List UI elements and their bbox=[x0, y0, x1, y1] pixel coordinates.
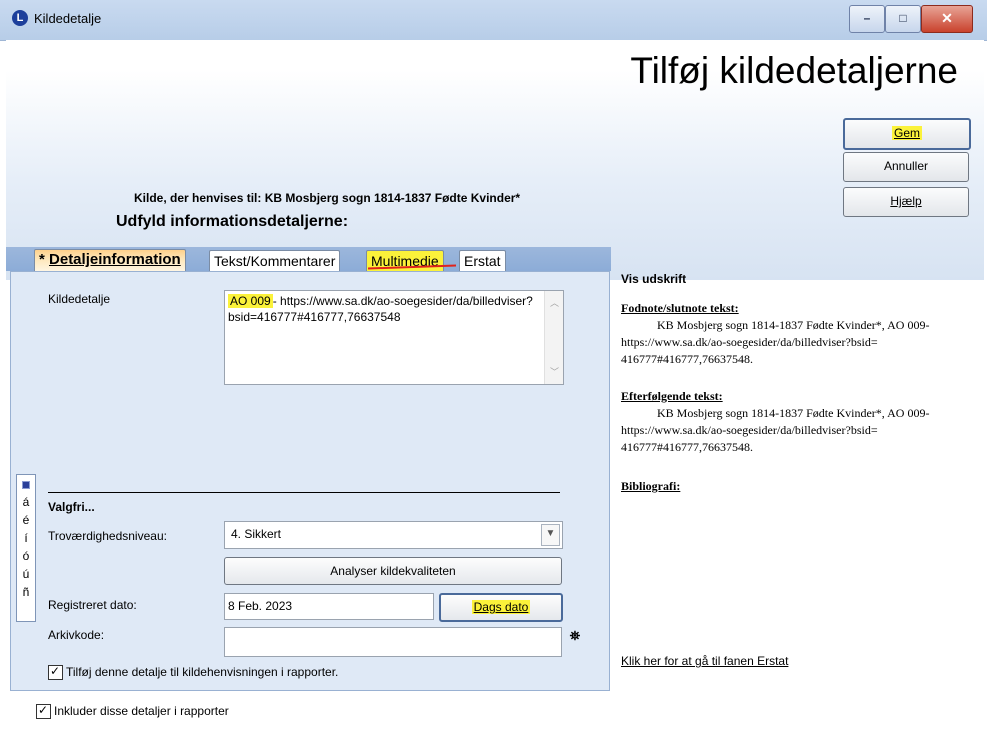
optional-heading: Valgfri... bbox=[48, 500, 95, 514]
character-selector-icon[interactable] bbox=[22, 481, 30, 489]
close-button[interactable]: ✕ bbox=[921, 5, 973, 33]
bibliography-section: Bibliografi: bbox=[621, 478, 971, 495]
tab-label: Erstat bbox=[464, 253, 501, 269]
tab-tekst-kommentarer[interactable]: Tekst/Kommentarer bbox=[209, 250, 341, 272]
kildedetalje-text: AO 009- https://www.sa.dk/ao-soegesider/… bbox=[228, 293, 534, 325]
maximize-icon: □ bbox=[899, 11, 907, 25]
reg-date-input[interactable]: 8 Feb. 2023 bbox=[224, 593, 434, 620]
footnote-text: KB Mosbjerg sogn 1814-1837 Fødte Kvinder… bbox=[621, 318, 930, 366]
section-divider bbox=[48, 492, 560, 493]
arkiv-label: Arkivkode: bbox=[48, 628, 105, 642]
following-text: KB Mosbjerg sogn 1814-1837 Fødte Kvinder… bbox=[621, 406, 930, 454]
char-a-acute[interactable]: á bbox=[17, 493, 35, 511]
save-button-label: Gem bbox=[893, 126, 920, 140]
kildedetalje-label: Kildedetalje bbox=[48, 292, 111, 306]
maximize-button[interactable]: □ bbox=[885, 5, 921, 33]
reg-date-value: 8 Feb. 2023 bbox=[228, 599, 293, 613]
following-heading: Efterfølgende tekst: bbox=[621, 389, 723, 403]
add-to-citation-checkbox[interactable]: ✓ bbox=[48, 664, 63, 680]
reg-date-label: Registreret dato: bbox=[48, 598, 137, 612]
today-date-label: Dags dato bbox=[473, 600, 529, 614]
title-bar: L Kildedetalje – □ ✕ bbox=[0, 0, 987, 41]
preview-title: Vis udskrift bbox=[621, 272, 687, 286]
include-details-label: Inkluder disse detaljer i rapporter bbox=[54, 704, 229, 718]
save-button[interactable]: Gem bbox=[843, 118, 971, 150]
trov-label: Troværdighedsniveau: bbox=[48, 529, 167, 543]
chevron-down-icon[interactable]: ▼ bbox=[541, 524, 560, 546]
analyse-button[interactable]: Analyser kildekvaliteten bbox=[224, 557, 562, 585]
kildedetalje-highlight: AO 009 bbox=[228, 294, 273, 308]
checkmark-icon: ✓ bbox=[50, 664, 61, 678]
bibliography-heading: Bibliografi: bbox=[621, 479, 681, 493]
minimize-button[interactable]: – bbox=[849, 5, 885, 33]
source-reference: Kilde, der henvises til: KB Mosbjerg sog… bbox=[134, 191, 521, 205]
footnote-heading: Fodnote/slutnote tekst: bbox=[621, 301, 739, 315]
tab-detaljeinformation[interactable]: * Detaljeinformation bbox=[34, 249, 186, 272]
trov-select[interactable]: 4. Sikkert ▼ bbox=[224, 521, 563, 549]
checkmark-icon: ✓ bbox=[38, 703, 49, 717]
scroll-down-icon[interactable]: ﹀ bbox=[550, 364, 559, 380]
kildedetalje-value: - https://www.sa.dk/ao-soegesider/da/bil… bbox=[228, 294, 533, 324]
tab-erstat[interactable]: Erstat bbox=[459, 250, 506, 272]
help-button-label: Hjælp bbox=[890, 194, 922, 208]
char-u-acute[interactable]: ú bbox=[17, 565, 35, 583]
char-n-tilde[interactable]: ñ bbox=[17, 583, 35, 601]
window-title: Kildedetalje bbox=[34, 11, 102, 26]
today-date-button[interactable]: Dags dato bbox=[439, 593, 563, 622]
footnote-section: Fodnote/slutnote tekst: KB Mosbjerg sogn… bbox=[621, 300, 971, 368]
arkiv-input[interactable] bbox=[224, 627, 562, 657]
special-characters-bar: á é í ó ú ñ bbox=[16, 474, 36, 622]
trov-value: 4. Sikkert bbox=[231, 527, 282, 541]
textarea-scrollbar[interactable]: ︿ ﹀ bbox=[544, 291, 563, 384]
tab-label: Detaljeinformation bbox=[49, 251, 181, 268]
following-section: Efterfølgende tekst: KB Mosbjerg sogn 18… bbox=[621, 388, 971, 456]
include-details-checkbox[interactable]: ✓ bbox=[36, 703, 51, 719]
page-title: Tilføj kildedetaljerne bbox=[630, 50, 958, 91]
go-to-erstat-link[interactable]: Klik her for at gå til fanen Erstat bbox=[621, 654, 788, 668]
close-icon: ✕ bbox=[941, 10, 953, 26]
dialog-window: L Kildedetalje – □ ✕ Tilføj kildedetalje… bbox=[0, 0, 987, 730]
app-logo-icon: L bbox=[12, 10, 28, 26]
cancel-button[interactable]: Annuller bbox=[843, 152, 969, 182]
kildedetalje-textarea[interactable]: AO 009- https://www.sa.dk/ao-soegesider/… bbox=[224, 290, 564, 385]
char-e-acute[interactable]: é bbox=[17, 511, 35, 529]
minimize-icon: – bbox=[863, 11, 871, 25]
help-button[interactable]: Hjælp bbox=[843, 187, 969, 217]
tab-label: Tekst/Kommentarer bbox=[214, 253, 336, 269]
char-o-acute[interactable]: ó bbox=[17, 547, 35, 565]
scroll-up-icon[interactable]: ︿ bbox=[550, 295, 559, 311]
tab-modified-marker: * bbox=[39, 251, 50, 268]
add-to-citation-label: Tilføj denne detalje til kildehenvisning… bbox=[66, 665, 339, 679]
fill-in-heading: Udfyld informationsdetaljerne: bbox=[116, 213, 349, 230]
char-i-acute[interactable]: í bbox=[17, 529, 35, 547]
binoculars-icon[interactable]: ⛯ bbox=[566, 628, 584, 648]
